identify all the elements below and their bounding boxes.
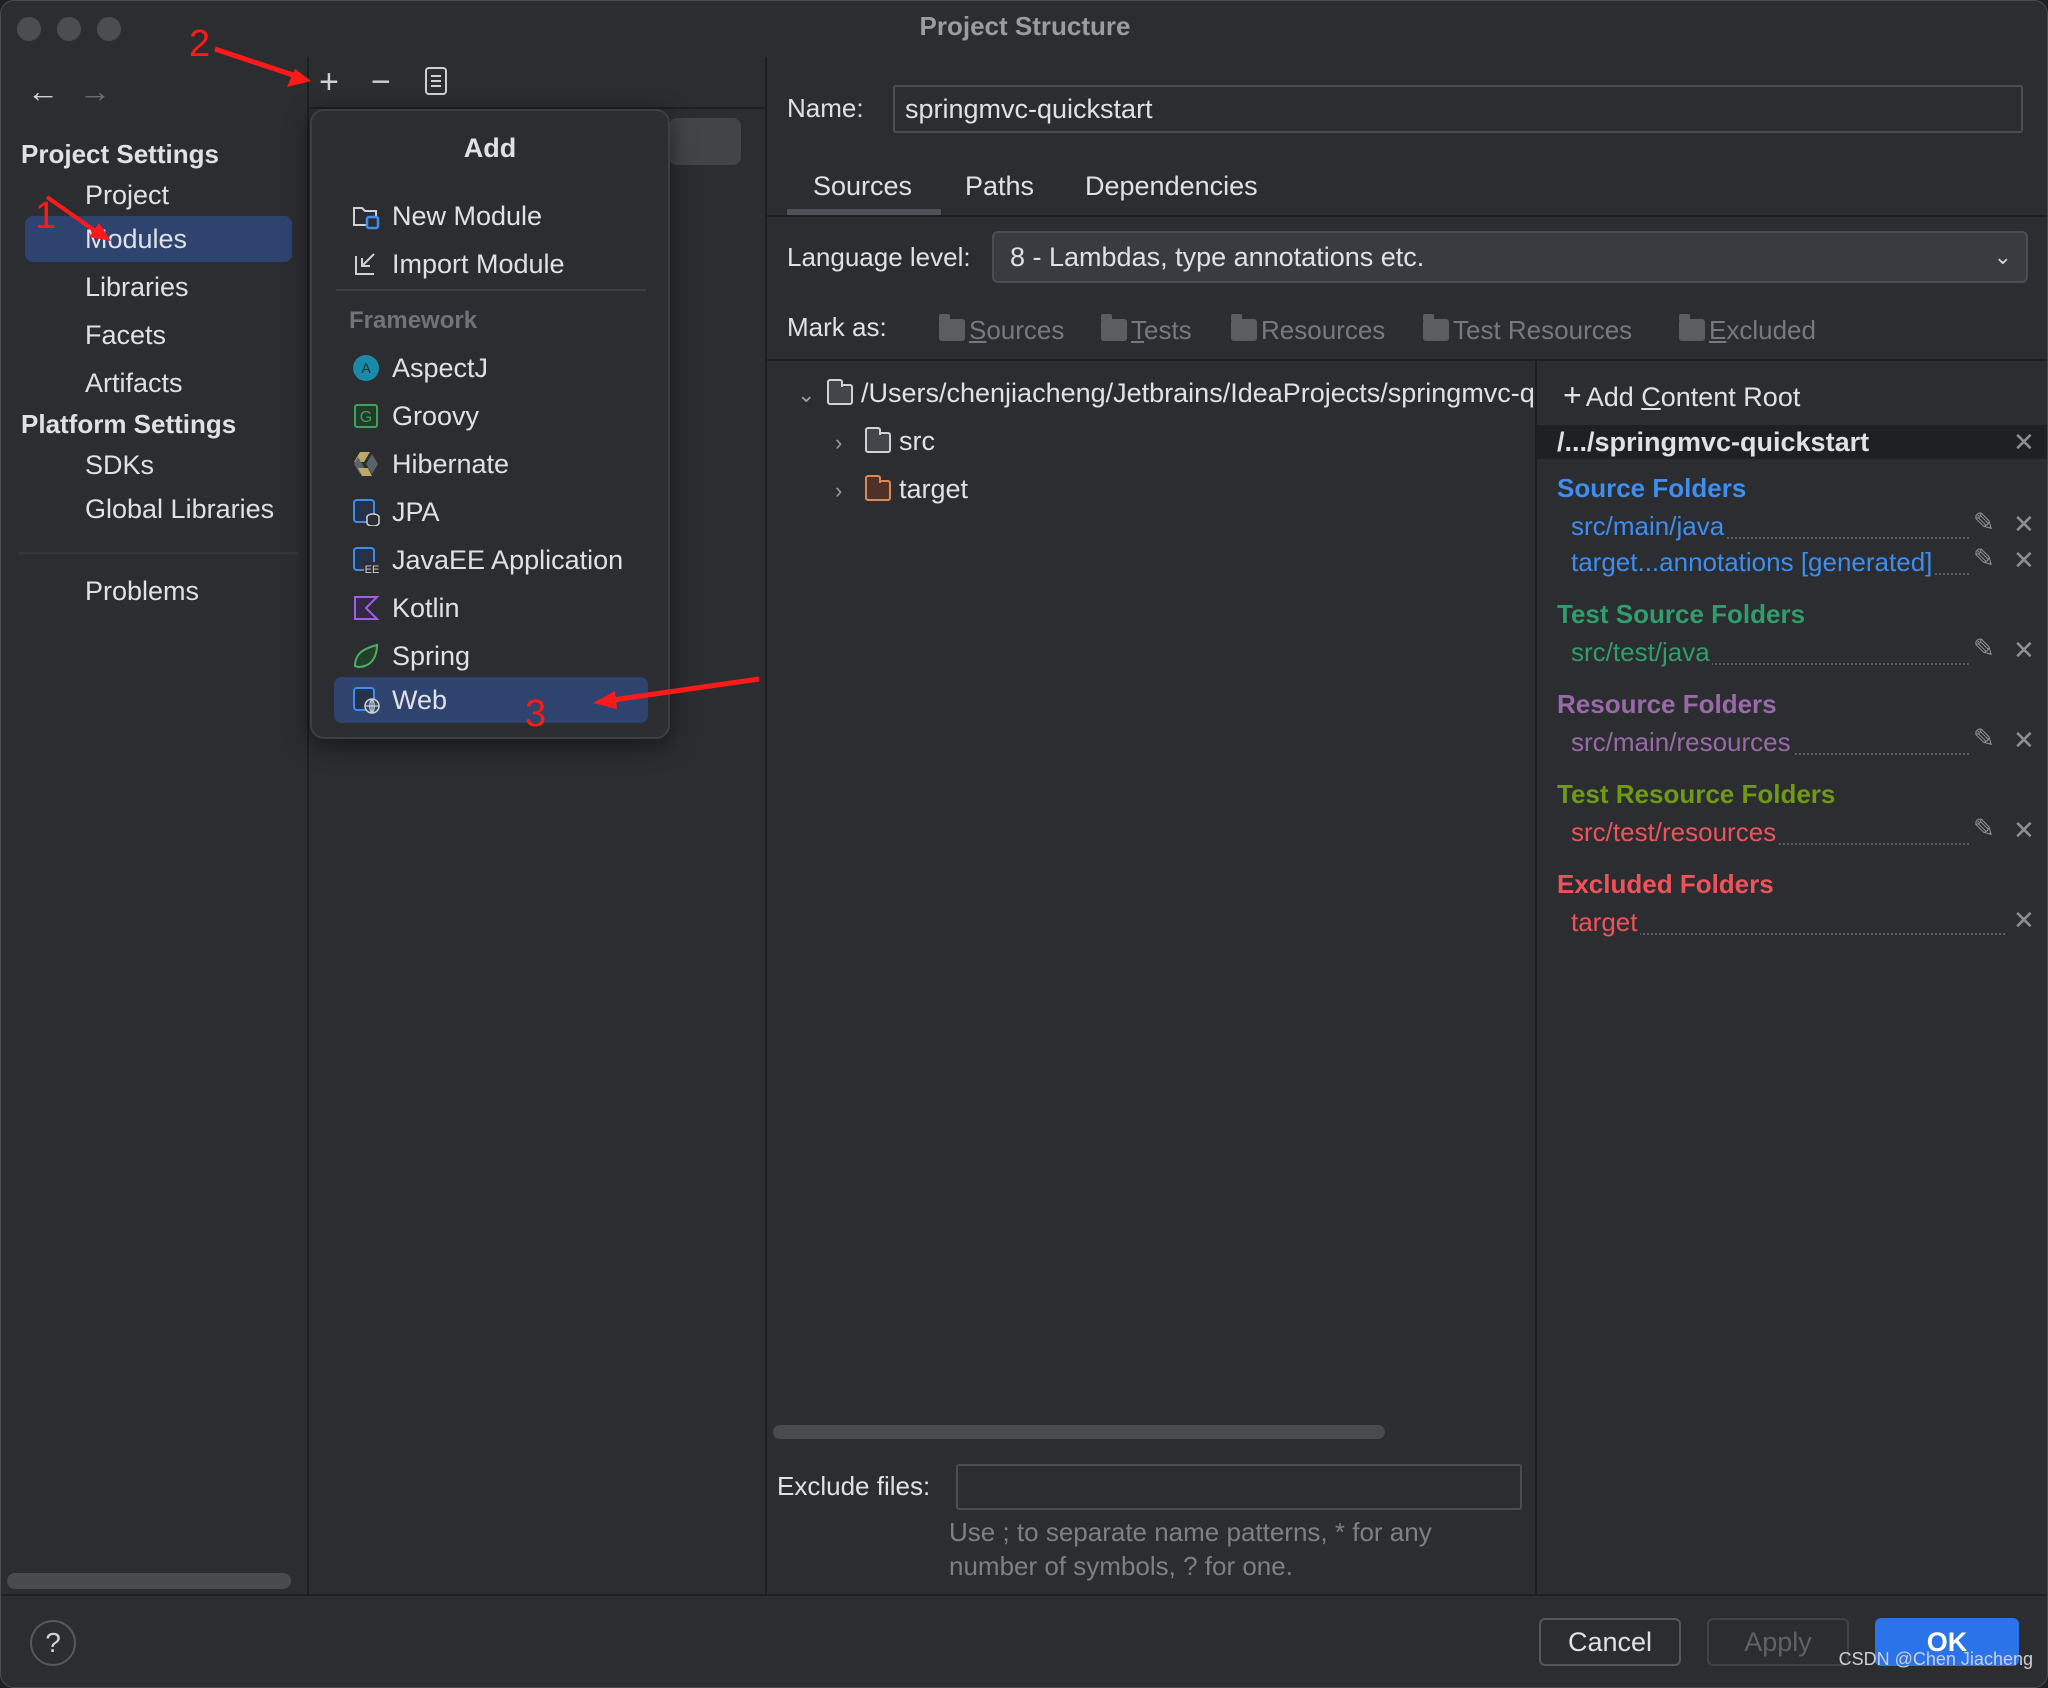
annotation-step-3: 3 bbox=[525, 693, 547, 735]
remove-folder-icon[interactable]: ✕ bbox=[2013, 635, 2035, 666]
content-root-section-title: Excluded Folders bbox=[1557, 869, 1774, 899]
edit-pencil-icon[interactable]: ✎ bbox=[1973, 723, 1995, 754]
content-root-section-title: Test Resource Folders bbox=[1557, 779, 1836, 809]
annotation-step-2: 2 bbox=[189, 23, 211, 65]
folder-path-text: src/test/resources bbox=[1571, 817, 1779, 847]
annotation-arrow-2 bbox=[214, 46, 300, 80]
remove-folder-icon[interactable]: ✕ bbox=[2013, 545, 2035, 576]
remove-folder-icon[interactable]: ✕ bbox=[2013, 725, 2035, 756]
project-structure-window: Project Structure ← → Project Settings P… bbox=[0, 0, 2048, 1688]
content-root-folder-entry[interactable]: src/test/java bbox=[1571, 635, 1712, 669]
annotation-arrow-3 bbox=[612, 676, 760, 703]
edit-pencil-icon[interactable]: ✎ bbox=[1973, 543, 1995, 574]
remove-folder-icon[interactable]: ✕ bbox=[2013, 509, 2035, 540]
folder-path-text: target...annotations [generated] bbox=[1571, 547, 1935, 577]
content-root-section-title: Source Folders bbox=[1557, 473, 1747, 503]
folder-path-text: src/main/resources bbox=[1571, 727, 1793, 757]
edit-pencil-icon[interactable]: ✎ bbox=[1973, 633, 1995, 664]
content-root-folder-entry[interactable]: target...annotations [generated] bbox=[1571, 545, 1935, 579]
annotation-arrowhead-1 bbox=[89, 223, 111, 241]
content-root-section-title: Test Source Folders bbox=[1557, 599, 1806, 629]
folder-path-text: src/main/java bbox=[1571, 511, 1727, 541]
annotation-arrowhead-3 bbox=[593, 691, 617, 709]
content-root-folder-entry[interactable]: src/main/java bbox=[1571, 509, 1727, 543]
content-root-folder-entry[interactable]: src/main/resources bbox=[1571, 725, 1793, 759]
edit-pencil-icon[interactable]: ✎ bbox=[1973, 507, 1995, 538]
remove-folder-icon[interactable]: ✕ bbox=[2013, 815, 2035, 846]
content-root-folder-entry[interactable]: target bbox=[1571, 905, 1640, 939]
folder-path-text: src/test/java bbox=[1571, 637, 1712, 667]
content-root-folder-entry[interactable]: src/test/resources bbox=[1571, 815, 1779, 849]
remove-folder-icon[interactable]: ✕ bbox=[2013, 905, 2035, 936]
edit-pencil-icon[interactable]: ✎ bbox=[1973, 813, 1995, 844]
content-root-section-title: Resource Folders bbox=[1557, 689, 1777, 719]
annotation-step-1: 1 bbox=[35, 195, 57, 237]
folder-path-text: target bbox=[1571, 907, 1640, 937]
